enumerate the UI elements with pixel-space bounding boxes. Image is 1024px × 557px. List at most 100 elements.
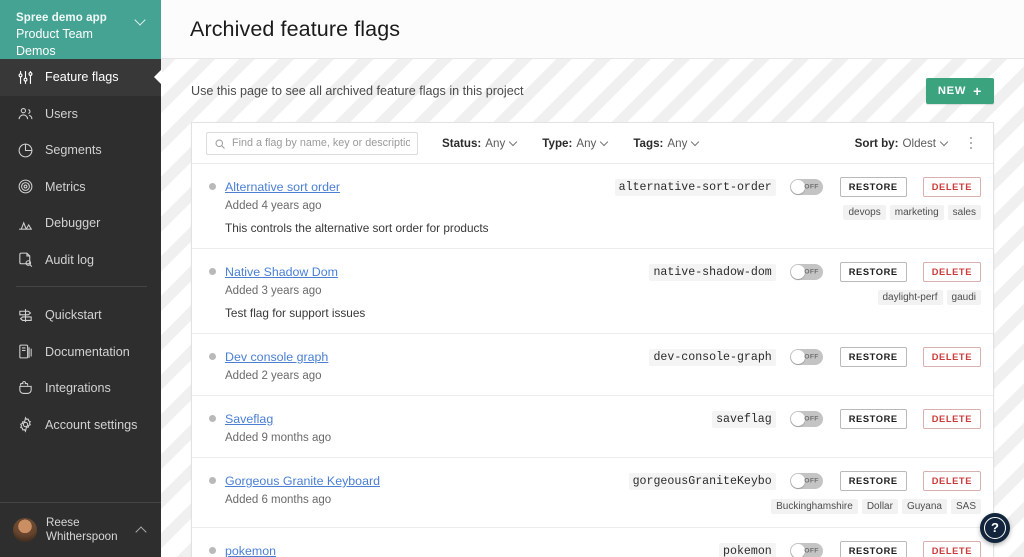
tag[interactable]: marketing	[889, 205, 944, 220]
restore-button[interactable]: RESTORE	[839, 262, 907, 282]
sidebar-item-feature-flags[interactable]: Feature flags	[0, 59, 161, 96]
flag-name-link[interactable]: Gorgeous Granite Keyboard	[225, 474, 380, 488]
flag-toggle[interactable]: OFF	[789, 179, 823, 195]
sidebar-item-account-settings[interactable]: Account settings	[0, 407, 161, 444]
signpost-icon	[16, 306, 34, 324]
flag-left: Native Shadow Dom Added 3 years ago Test…	[206, 262, 649, 320]
tag[interactable]: Guyana	[901, 499, 947, 514]
toggle-state-label: OFF	[804, 547, 819, 555]
toggle-state-label: OFF	[804, 268, 819, 276]
flag-controls: dev-console-graph OFF RESTORE DELETE	[649, 347, 981, 367]
app-root: Spree demo app Product Team Demos Featur…	[0, 0, 1024, 557]
status-dot-icon	[209, 415, 216, 422]
gear-icon	[16, 416, 34, 434]
new-flag-button[interactable]: NEW +	[925, 77, 994, 104]
filter-type-label: Type:	[542, 136, 573, 150]
flag-name-link[interactable]: Saveflag	[225, 412, 273, 426]
tag[interactable]: daylight-perf	[877, 290, 943, 305]
flag-right: dev-console-graph OFF RESTORE DELETE	[649, 347, 981, 367]
sidebar-item-users[interactable]: Users	[0, 96, 161, 133]
sort-by-label: Sort by:	[854, 136, 899, 150]
more-options-icon[interactable]	[963, 134, 979, 152]
status-dot-icon	[209, 547, 216, 554]
sidebar-item-segments[interactable]: Segments	[0, 132, 161, 169]
tag[interactable]: SAS	[950, 499, 981, 514]
flag-added-date: Added 9 months ago	[225, 432, 332, 444]
help-button[interactable]: ?	[980, 513, 1010, 543]
question-mark-icon: ?	[984, 517, 1006, 539]
tag[interactable]: gaudi	[946, 290, 981, 305]
tag-list: daylight-perf gaudi	[877, 290, 981, 305]
project-name: Spree demo app	[16, 12, 107, 24]
tag[interactable]: Dollar	[861, 499, 898, 514]
flag-right: gorgeousGraniteKeybo OFF RESTORE DELETE …	[628, 471, 981, 514]
new-button-label: NEW	[937, 84, 967, 97]
flag-controls: alternative-sort-order OFF RESTORE DELET…	[614, 177, 981, 197]
filter-bar: Status: Any Type: Any Tags: Any	[192, 123, 993, 164]
tag[interactable]: devops	[843, 205, 886, 220]
users-icon	[16, 105, 34, 123]
sidebar-item-integrations[interactable]: Integrations	[0, 370, 161, 407]
flag-name-link[interactable]: pokemon	[225, 544, 276, 557]
flag-toggle[interactable]: OFF	[789, 411, 823, 427]
flag-description: Test flag for support issues	[225, 306, 366, 320]
sidebar-item-label: Users	[45, 106, 78, 121]
restore-button[interactable]: RESTORE	[839, 177, 907, 197]
delete-button[interactable]: DELETE	[922, 177, 981, 197]
chevron-down-icon	[692, 139, 700, 147]
tag[interactable]: Buckinghamshire	[771, 499, 858, 514]
delete-button[interactable]: DELETE	[922, 262, 981, 282]
delete-button[interactable]: DELETE	[922, 541, 981, 557]
flag-toggle[interactable]: OFF	[789, 264, 823, 280]
search-input[interactable]	[232, 137, 410, 149]
tag-list: devops marketing sales	[843, 205, 981, 220]
restore-button[interactable]: RESTORE	[839, 541, 907, 557]
pie-chart-icon	[16, 141, 34, 159]
sidebar-item-metrics[interactable]: Metrics	[0, 169, 161, 206]
flag-right: native-shadow-dom OFF RESTORE DELETE day…	[649, 262, 981, 305]
filter-status[interactable]: Status: Any	[442, 137, 518, 150]
flag-key: pokemon	[719, 542, 776, 557]
restore-button[interactable]: RESTORE	[839, 347, 907, 367]
restore-button[interactable]: RESTORE	[839, 471, 907, 491]
flag-key: gorgeousGraniteKeybo	[628, 472, 776, 490]
project-switcher[interactable]: Spree demo app Product Team Demos	[0, 0, 161, 59]
tag-list: Buckinghamshire Dollar Guyana SAS	[771, 499, 981, 514]
flag-info: Saveflag Added 9 months ago	[225, 410, 331, 444]
flag-toggle[interactable]: OFF	[789, 349, 823, 365]
filter-tags[interactable]: Tags: Any	[633, 137, 700, 150]
flag-row: pokemon Added 22 days ago gotta catch em…	[192, 528, 993, 557]
sort-by-dropdown[interactable]: Sort by: Oldest	[855, 137, 949, 150]
flag-key: saveflag	[712, 410, 776, 428]
search-box[interactable]	[206, 131, 418, 155]
filter-tags-label: Tags:	[633, 136, 664, 150]
delete-button[interactable]: DELETE	[922, 471, 981, 491]
sidebar-item-documentation[interactable]: Documentation	[0, 334, 161, 371]
flag-name-link[interactable]: Dev console graph	[225, 350, 328, 364]
sidebar-item-quickstart[interactable]: Quickstart	[0, 297, 161, 334]
avatar	[13, 518, 37, 542]
flag-right: alternative-sort-order OFF RESTORE DELET…	[614, 177, 981, 220]
flag-toggle[interactable]: OFF	[789, 473, 823, 489]
delete-button[interactable]: DELETE	[922, 347, 981, 367]
tag[interactable]: sales	[947, 205, 981, 220]
flag-toggle[interactable]: OFF	[789, 543, 823, 557]
sidebar-item-label: Metrics	[45, 179, 86, 194]
filter-status-value: Any	[485, 136, 506, 150]
flag-controls: pokemon OFF RESTORE DELETE	[719, 541, 981, 557]
restore-button[interactable]: RESTORE	[839, 409, 907, 429]
filter-type[interactable]: Type: Any	[542, 137, 609, 150]
sidebar-item-audit-log[interactable]: Audit log	[0, 242, 161, 279]
user-menu[interactable]: Reese Whitherspoon	[0, 502, 161, 557]
project-subtitle: Product Team Demos	[16, 27, 93, 58]
delete-button[interactable]: DELETE	[922, 409, 981, 429]
sidebar-item-debugger[interactable]: Debugger	[0, 205, 161, 242]
sidebar-item-label: Debugger	[45, 216, 101, 231]
flag-key: alternative-sort-order	[614, 178, 776, 196]
flag-name-link[interactable]: Alternative sort order	[225, 180, 340, 194]
user-name-line2: Whitherspoon	[46, 530, 118, 543]
flag-right: saveflag OFF RESTORE DELETE	[712, 409, 981, 429]
flag-name-link[interactable]: Native Shadow Dom	[225, 265, 338, 279]
chevron-down-icon	[135, 15, 147, 27]
toggle-knob	[790, 265, 805, 279]
